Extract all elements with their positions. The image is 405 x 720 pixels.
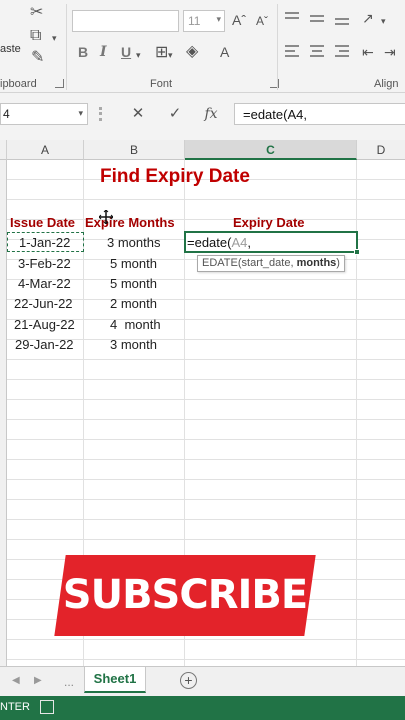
months-cell[interactable]: 3 months (107, 235, 160, 250)
function-tooltip[interactable]: EDATE(start_date, months) (197, 255, 345, 272)
name-box-value: 4 (3, 107, 10, 121)
fill-color-icon[interactable]: ◈ (186, 44, 198, 60)
orientation-dropdown-icon[interactable]: ▾ (381, 13, 386, 29)
underline-dropdown-icon[interactable]: ▾ (136, 47, 141, 63)
next-sheet-icon[interactable]: ▶ (34, 675, 42, 686)
issue-date-cell[interactable]: 22-Jun-22 (14, 296, 73, 311)
increase-font-icon[interactable]: Aˆ (232, 12, 246, 28)
orientation-icon[interactable]: ↗ (362, 10, 374, 26)
resize-handle[interactable] (99, 107, 102, 121)
tab-sheet1[interactable]: Sheet1 (84, 667, 146, 693)
tooltip-signature: EDATE(start_date, (202, 257, 297, 269)
italic-button[interactable]: I (100, 44, 107, 60)
increase-indent-icon[interactable]: ⇥ (384, 44, 396, 60)
fill-handle[interactable] (354, 249, 360, 255)
cancel-icon[interactable]: ✕ (123, 103, 153, 125)
format-painter-icon[interactable]: ✎ (31, 50, 44, 66)
issue-date-cell[interactable]: 1-Jan-22 (19, 235, 70, 250)
borders-icon[interactable]: ⊞ (155, 45, 168, 61)
months-cell[interactable]: 4 month (110, 317, 161, 332)
tooltip-close-paren: ) (336, 257, 340, 269)
font-name-select[interactable] (72, 10, 179, 32)
macro-record-icon[interactable] (40, 700, 54, 714)
status-bar: NTER (0, 696, 405, 720)
paste-button[interactable]: aste (0, 43, 21, 55)
column-header-b[interactable]: B (84, 140, 185, 160)
name-box[interactable]: 4 ▾ (0, 103, 88, 125)
months-cell[interactable]: 2 month (110, 296, 157, 311)
font-size-select[interactable]: 11 ▾ (183, 10, 225, 32)
column-header-a[interactable]: A (7, 140, 84, 160)
bold-button[interactable]: B (78, 44, 88, 60)
issue-date-cell[interactable]: 21-Aug-22 (14, 317, 75, 332)
alignment-group-label: Align (374, 78, 399, 90)
borders-dropdown-icon[interactable]: ▾ (168, 47, 173, 63)
header-issue-date[interactable]: Issue Date (10, 215, 75, 230)
underline-button[interactable]: U (121, 44, 131, 60)
column-header-c[interactable]: C (185, 140, 357, 160)
ribbon-separator (66, 4, 67, 90)
font-size-value: 11 (188, 14, 201, 28)
months-cell[interactable]: 5 month (110, 256, 157, 271)
cell-edit-text[interactable]: =edate(A4, (187, 235, 251, 250)
clipboard-group-label: ipboard (0, 78, 37, 90)
subscribe-banner[interactable]: SUBSCRIBE (54, 555, 316, 636)
months-cell[interactable]: 5 month (110, 276, 157, 291)
decrease-indent-icon[interactable]: ⇤ (362, 44, 374, 60)
select-all-corner[interactable] (0, 140, 7, 160)
tooltip-current-arg: months (296, 257, 337, 269)
font-group-label: Font (150, 78, 173, 90)
ribbon-separator (277, 4, 278, 90)
issue-date-cell[interactable]: 3-Feb-22 (18, 256, 71, 271)
decrease-font-icon[interactable]: Aˇ (256, 13, 268, 29)
edit-text-function: =edate( (187, 235, 232, 250)
enter-icon[interactable]: ✓ (160, 103, 190, 125)
formula-input[interactable]: =edate(A4, (234, 103, 405, 125)
copy-dropdown-icon[interactable]: ▾ (52, 30, 57, 46)
chevron-down-icon: ▾ (78, 108, 83, 118)
sheet-tab-bar: ◀ ▶ ... Sheet1 + (0, 666, 405, 696)
move-cursor-icon (99, 210, 113, 224)
edit-text-comma: , (247, 235, 251, 250)
insert-function-icon[interactable]: fx (196, 103, 226, 125)
formula-bar: 4 ▾ ✕ ✓ fx =edate(A4, (0, 93, 405, 140)
cut-icon[interactable]: ✂ (30, 5, 43, 21)
months-cell[interactable]: 3 month (110, 337, 157, 352)
row-headers[interactable] (0, 160, 7, 666)
more-sheets-icon[interactable]: ... (64, 675, 74, 689)
copy-icon[interactable]: ⧉ (30, 28, 41, 44)
column-header-d[interactable]: D (357, 140, 405, 160)
ribbon: ✂ ⧉ ▾ ✎ aste ipboard 11 ▾ Aˆ Aˇ B I U ▾ … (0, 0, 405, 93)
header-expiry-date[interactable]: Expiry Date (233, 215, 305, 230)
add-sheet-button[interactable]: + (180, 672, 197, 689)
font-color-icon[interactable]: A (220, 44, 229, 60)
sheet-title: Find Expiry Date (100, 166, 250, 187)
issue-date-cell[interactable]: 4-Mar-22 (18, 276, 71, 291)
chevron-down-icon: ▾ (216, 14, 221, 24)
status-mode: NTER (0, 701, 30, 713)
subscribe-text: SUBSCRIBE (62, 572, 308, 618)
edit-text-reference: A4 (231, 235, 248, 250)
clipboard-launcher-icon[interactable] (55, 79, 64, 88)
prev-sheet-icon[interactable]: ◀ (12, 675, 20, 686)
issue-date-cell[interactable]: 29-Jan-22 (15, 337, 74, 352)
